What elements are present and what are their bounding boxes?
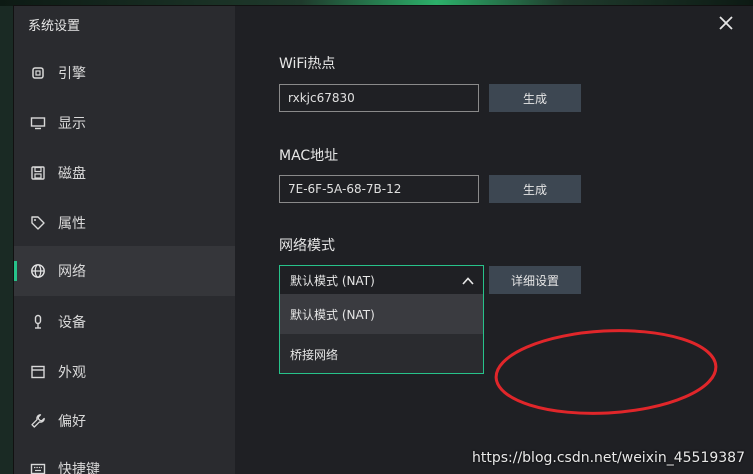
- screenshot-root: 系统设置 引擎 显示 磁盘 属性 网络 设备 外观 偏好 快捷键 WiFi热点 …: [0, 0, 753, 474]
- settings-window: 系统设置 引擎 显示 磁盘 属性 网络 设备 外观 偏好 快捷键 WiFi热点 …: [14, 6, 753, 474]
- sidebar-item-properties[interactable]: 属性: [14, 198, 235, 248]
- chip-icon: [30, 65, 46, 81]
- mac-generate-button[interactable]: 生成: [489, 175, 581, 203]
- globe-icon: [30, 263, 46, 279]
- mic-icon: [30, 314, 46, 330]
- sidebar-item-appearance[interactable]: 外观: [14, 347, 235, 397]
- network-mode-dropdown: 默认模式 (NAT) 桥接网络: [279, 294, 484, 374]
- sidebar-item-label: 快捷键: [58, 462, 100, 474]
- sidebar-item-label: 外观: [58, 365, 86, 381]
- network-settings-panel: WiFi热点 rxkjc67830 生成 MAC地址 7E-6F-5A-68-7…: [235, 6, 753, 474]
- wifi-hotspot-value: rxkjc67830: [288, 91, 355, 105]
- mac-address-field[interactable]: 7E-6F-5A-68-7B-12: [279, 175, 479, 203]
- sidebar-item-shortcuts[interactable]: 快捷键: [14, 444, 235, 474]
- network-mode-select[interactable]: 默认模式 (NAT): [279, 265, 484, 295]
- keyboard-icon: [30, 461, 46, 474]
- dropdown-option-nat[interactable]: 默认模式 (NAT): [280, 294, 483, 334]
- network-mode-selected: 默认模式 (NAT): [290, 273, 375, 288]
- close-button[interactable]: [717, 14, 735, 32]
- sidebar-item-label: 设备: [58, 315, 86, 331]
- sidebar-item-label: 网络: [58, 264, 86, 280]
- sidebar-item-display[interactable]: 显示: [14, 98, 235, 148]
- close-icon: [719, 16, 733, 30]
- window-icon: [30, 364, 46, 380]
- sidebar-item-label: 磁盘: [58, 166, 86, 182]
- network-mode-label: 网络模式: [279, 238, 335, 254]
- mac-label: MAC地址: [279, 148, 339, 164]
- wifi-generate-button[interactable]: 生成: [489, 84, 581, 112]
- tag-icon: [30, 215, 46, 231]
- mac-address-value: 7E-6F-5A-68-7B-12: [288, 182, 402, 196]
- sidebar-item-label: 偏好: [58, 414, 86, 430]
- disk-icon: [30, 165, 46, 181]
- sidebar-item-devices[interactable]: 设备: [14, 297, 235, 347]
- monitor-icon: [30, 115, 46, 131]
- sidebar-item-label: 引擎: [58, 66, 86, 82]
- window-title: 系统设置: [28, 19, 81, 34]
- detailed-settings-button[interactable]: 详细设置: [489, 266, 581, 294]
- chevron-up-icon: [462, 277, 474, 285]
- watermark: https://blog.csdn.net/weixin_45519387: [471, 450, 745, 466]
- sidebar-item-engine[interactable]: 引擎: [14, 48, 235, 98]
- sidebar-item-preferences[interactable]: 偏好: [14, 396, 235, 446]
- annotation-red-ellipse: [494, 329, 718, 415]
- dropdown-option-bridge[interactable]: 桥接网络: [280, 334, 483, 374]
- wifi-hotspot-field[interactable]: rxkjc67830: [279, 84, 479, 112]
- sidebar: 系统设置 引擎 显示 磁盘 属性 网络 设备 外观 偏好 快捷键: [14, 6, 235, 474]
- sidebar-item-disk[interactable]: 磁盘: [14, 148, 235, 198]
- wifi-label: WiFi热点: [279, 56, 336, 72]
- sidebar-item-label: 显示: [58, 116, 86, 132]
- sidebar-item-label: 属性: [58, 216, 86, 232]
- active-indicator: [14, 261, 17, 281]
- wrench-icon: [30, 413, 46, 429]
- sidebar-item-network[interactable]: 网络: [14, 246, 235, 296]
